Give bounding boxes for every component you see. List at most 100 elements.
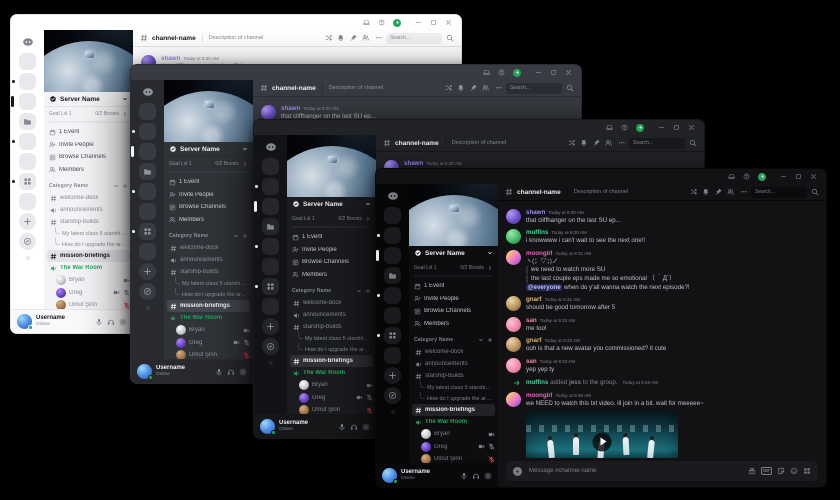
channel-mission-briefings[interactable]: mission-briefings xyxy=(412,404,495,416)
sidebar-item-browse-channels[interactable]: Browse Channels xyxy=(44,151,133,164)
member-list-icon[interactable] xyxy=(727,188,735,196)
help-icon[interactable] xyxy=(378,19,385,26)
add-server-button[interactable] xyxy=(139,263,156,280)
sidebar-item-browse-channels[interactable]: Browse Channels xyxy=(164,201,253,214)
sidebar-item-invite-people[interactable]: Invite People xyxy=(409,293,498,306)
help-icon[interactable] xyxy=(621,124,628,131)
emoji-icon[interactable] xyxy=(790,467,798,475)
mic-icon[interactable] xyxy=(460,472,468,480)
message-author[interactable]: gnarf xyxy=(526,296,541,304)
server-icon[interactable] xyxy=(384,247,401,264)
more-icon[interactable] xyxy=(740,188,748,196)
sidebar-item-invite-people[interactable]: Invite People xyxy=(164,189,253,202)
message-author[interactable]: moongirl xyxy=(526,392,552,400)
headphones-icon[interactable] xyxy=(350,423,358,431)
system-username[interactable]: muffins xyxy=(526,379,548,386)
category-header[interactable]: Category Name xyxy=(287,284,376,297)
server-folder-icon[interactable] xyxy=(139,163,156,180)
search-icon[interactable] xyxy=(811,188,819,196)
server-icon[interactable] xyxy=(262,178,279,195)
message-avatar[interactable] xyxy=(506,337,521,352)
server-icon[interactable] xyxy=(139,203,156,220)
settings-gear-icon[interactable] xyxy=(484,472,492,480)
explore-servers-button[interactable] xyxy=(384,387,401,404)
voice-user[interactable]: Greg xyxy=(421,441,495,454)
minimize-icon[interactable] xyxy=(658,124,665,131)
search-input[interactable] xyxy=(629,138,685,149)
voice-user[interactable]: Bryan xyxy=(421,428,495,441)
update-icon[interactable] xyxy=(393,19,401,27)
boost-goal-row[interactable]: Goal Lvl 1 0/2 Boosts xyxy=(409,261,498,275)
user-info[interactable]: Username Online xyxy=(401,469,456,481)
sidebar-item-members[interactable]: Members xyxy=(164,214,253,227)
search-input[interactable] xyxy=(751,187,807,198)
channel-welcome-dock[interactable]: welcome-dock xyxy=(47,192,130,204)
discord-logo-icon[interactable] xyxy=(139,83,156,100)
settings-gear-icon[interactable] xyxy=(239,368,247,376)
attach-plus-icon[interactable] xyxy=(513,467,522,476)
avatar[interactable] xyxy=(137,364,152,379)
channel-description[interactable]: Description of channel xyxy=(574,189,682,195)
more-icon[interactable] xyxy=(618,139,626,147)
message-avatar[interactable] xyxy=(506,317,521,332)
message-avatar[interactable] xyxy=(506,250,521,265)
server-icon[interactable] xyxy=(139,103,156,120)
search-icon[interactable] xyxy=(689,139,697,147)
message-input[interactable] xyxy=(527,467,743,475)
message-avatar[interactable] xyxy=(506,209,521,224)
maximize-icon[interactable] xyxy=(430,19,437,26)
update-icon[interactable] xyxy=(758,173,766,181)
server-icon[interactable] xyxy=(139,123,156,140)
voice-channel-war-room[interactable]: The War Room xyxy=(47,262,130,274)
message-author[interactable]: moongirl xyxy=(526,250,552,258)
bell-icon[interactable] xyxy=(580,139,588,147)
boost-goal-row[interactable]: Goal Lvl 1 0/2 Boosts xyxy=(44,107,133,121)
inbox-icon[interactable] xyxy=(363,19,370,26)
server-icon[interactable] xyxy=(262,258,279,275)
thread-item[interactable]: How do I upgrade the armor... xyxy=(418,393,495,404)
help-icon[interactable] xyxy=(498,69,505,76)
server-icon[interactable] xyxy=(262,238,279,255)
sidebar-item-members[interactable]: Members xyxy=(287,269,376,282)
sidebar-item-browse-channels[interactable]: Browse Channels xyxy=(409,305,498,318)
bell-icon[interactable] xyxy=(702,188,710,196)
sidebar-item-events[interactable]: 1 Event xyxy=(287,231,376,244)
channel-mission-briefings[interactable]: mission-briefings xyxy=(167,300,250,312)
channel-mission-briefings[interactable]: mission-briefings xyxy=(47,250,130,262)
message-avatar[interactable] xyxy=(261,105,276,120)
search-icon[interactable] xyxy=(446,34,454,42)
server-folder-grid[interactable] xyxy=(19,173,36,190)
pin-icon[interactable] xyxy=(715,188,723,196)
threads-icon[interactable] xyxy=(445,84,453,92)
pin-icon[interactable] xyxy=(470,84,478,92)
user-info[interactable]: Username Online xyxy=(156,365,211,377)
channel-announcements[interactable]: announcements xyxy=(47,204,130,216)
sticker-icon[interactable] xyxy=(777,467,785,475)
voice-user[interactable]: Bryan xyxy=(56,274,130,287)
message-author[interactable]: san xyxy=(526,317,537,325)
thread-item[interactable]: How do I upgrade the armor... xyxy=(296,344,373,355)
server-folder-grid[interactable] xyxy=(384,327,401,344)
user-info[interactable]: Username Online xyxy=(279,420,334,432)
search-icon[interactable] xyxy=(566,84,574,92)
sidebar-item-members[interactable]: Members xyxy=(409,318,498,331)
discord-logo-icon[interactable] xyxy=(262,138,279,155)
add-server-button[interactable] xyxy=(384,367,401,384)
add-server-button[interactable] xyxy=(262,318,279,335)
boost-goal-row[interactable]: Goal Lvl 1 0/2 Boosts xyxy=(287,212,376,226)
server-folder-grid[interactable] xyxy=(262,278,279,295)
sidebar-item-members[interactable]: Members xyxy=(44,164,133,177)
server-folder-icon[interactable] xyxy=(19,113,36,130)
server-folder-icon[interactable] xyxy=(384,267,401,284)
close-icon[interactable] xyxy=(688,124,695,131)
maximize-icon[interactable] xyxy=(795,173,802,180)
maximize-icon[interactable] xyxy=(550,69,557,76)
sidebar-item-events[interactable]: 1 Event xyxy=(409,280,498,293)
channel-announcements[interactable]: announcements xyxy=(412,358,495,370)
inbox-icon[interactable] xyxy=(728,173,735,180)
message-list[interactable]: shawnToday at 9:30 AMthat cliffhanger on… xyxy=(498,201,826,458)
voice-user[interactable]: Greg xyxy=(56,287,130,300)
thread-item[interactable]: How do I upgrade the armor... xyxy=(173,289,250,300)
server-icon[interactable] xyxy=(139,143,156,160)
voice-channel-war-room[interactable]: The War Room xyxy=(412,416,495,428)
